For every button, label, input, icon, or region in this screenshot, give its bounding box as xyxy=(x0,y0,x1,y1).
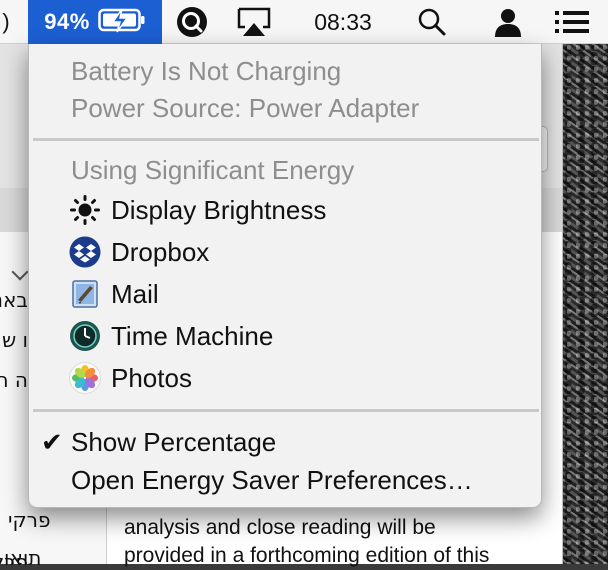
body-text-line: provided in a forthcoming edition of thi… xyxy=(124,544,490,567)
battery-status-item[interactable]: 94% xyxy=(28,0,162,44)
sun-icon xyxy=(69,194,101,226)
app-item-mail[interactable]: Mail xyxy=(29,274,543,314)
sidebar-line: ו ש xyxy=(2,328,28,352)
open-energy-saver-item[interactable]: Open Energy Saver Preferences… xyxy=(29,460,543,500)
menu-separator xyxy=(33,409,539,412)
sidebar-line: באנ xyxy=(0,288,28,312)
app-item-photos[interactable]: Photos xyxy=(29,358,543,398)
battery-charging-icon xyxy=(98,7,146,38)
time-machine-icon xyxy=(69,320,101,352)
app-item-dropbox[interactable]: Dropbox xyxy=(29,232,543,272)
menu-bar: ) 94% 08:33 xyxy=(0,0,608,44)
battery-percentage: 94% xyxy=(44,9,90,34)
mail-icon xyxy=(69,278,101,310)
search-icon[interactable] xyxy=(412,0,452,44)
battery-status-line: Battery Is Not Charging xyxy=(71,55,342,86)
sidebar-line: ה ה xyxy=(0,368,28,392)
clock[interactable]: 08:33 xyxy=(296,0,390,44)
chevron-down-icon[interactable] xyxy=(11,263,29,281)
show-percentage-item[interactable]: ✔ Show Percentage xyxy=(29,422,543,462)
app-item-display-brightness[interactable]: Display Brightness xyxy=(29,190,543,230)
menu-list-icon[interactable] xyxy=(550,0,594,44)
energy-section-header: Using Significant Energy xyxy=(71,154,355,185)
battery-menu: Battery Is Not Charging Power Source: Po… xyxy=(28,44,542,508)
photos-icon xyxy=(69,362,101,394)
dropbox-icon xyxy=(69,236,101,268)
quicktime-icon[interactable] xyxy=(170,0,214,44)
airplay-icon[interactable] xyxy=(232,0,276,44)
sidebar-line: תואו xyxy=(4,546,42,570)
menubar-left-fragment: ) xyxy=(2,9,10,34)
body-text-line: analysis and close reading will be xyxy=(124,516,436,539)
power-source-line: Power Source: Power Adapter xyxy=(71,92,420,123)
app-item-time-machine[interactable]: Time Machine xyxy=(29,316,543,356)
menu-separator xyxy=(33,138,539,141)
sidebar-line: פרקי xyxy=(8,508,51,532)
user-icon[interactable] xyxy=(486,0,530,44)
checkmark-icon: ✔ xyxy=(41,426,63,457)
